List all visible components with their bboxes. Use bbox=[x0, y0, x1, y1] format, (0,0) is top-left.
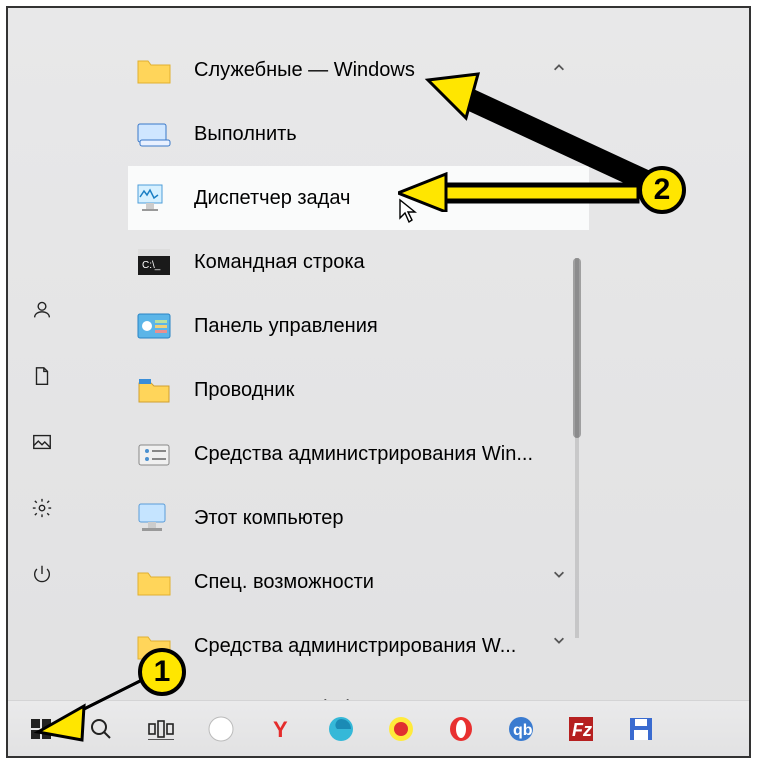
cursor-icon bbox=[398, 198, 418, 229]
explorer-icon bbox=[136, 372, 172, 408]
app-explorer[interactable]: Проводник bbox=[128, 358, 589, 422]
svg-text:Fz: Fz bbox=[572, 720, 592, 740]
taskbar-app-yandex[interactable]: Y bbox=[264, 712, 298, 746]
svg-text:Y: Y bbox=[273, 717, 288, 742]
folder-admin-tools[interactable]: Средства администрирования W... bbox=[128, 614, 589, 678]
item-label: Средства администрирования W... bbox=[194, 635, 516, 658]
taskbar-app-irfan[interactable] bbox=[384, 712, 418, 746]
folder-accessibility[interactable]: Спец. возможности bbox=[128, 550, 589, 614]
item-label: Командная строка bbox=[194, 251, 365, 274]
app-this-pc[interactable]: Этот компьютер bbox=[128, 486, 589, 550]
start-left-rail bbox=[8, 268, 76, 700]
annotation-arrow bbox=[398, 172, 648, 212]
control-panel-icon bbox=[136, 308, 172, 344]
svg-text:qb: qb bbox=[513, 722, 533, 739]
taskbar-app-edge[interactable] bbox=[324, 712, 358, 746]
svg-text:C:\_: C:\_ bbox=[142, 260, 161, 271]
taskbar-app-opera[interactable] bbox=[444, 712, 478, 746]
account-button[interactable] bbox=[18, 286, 66, 334]
power-button[interactable] bbox=[18, 550, 66, 598]
admin-tools-icon bbox=[136, 436, 172, 472]
annotation-arrow bbox=[32, 672, 152, 742]
item-label: Диспетчер задач bbox=[194, 187, 350, 210]
run-icon bbox=[136, 116, 172, 152]
this-pc-icon bbox=[136, 500, 172, 536]
pictures-button[interactable] bbox=[18, 418, 66, 466]
item-label: Проводник bbox=[194, 379, 294, 402]
taskbar-app-qbit[interactable]: qb bbox=[504, 712, 538, 746]
app-admin-tools[interactable]: Средства администрирования Win... bbox=[128, 422, 589, 486]
item-label: Служебные — Windows bbox=[194, 59, 415, 82]
item-label: Средства администрирования Win... bbox=[194, 443, 533, 466]
app-control-panel[interactable]: Панель управления bbox=[128, 294, 589, 358]
task-manager-icon bbox=[136, 180, 172, 216]
item-label: Панель управления bbox=[194, 315, 378, 338]
app-cmd[interactable]: C:\_ Командная строка bbox=[128, 230, 589, 294]
item-label: Выполнить bbox=[194, 123, 297, 146]
item-label: Этот компьютер bbox=[194, 507, 344, 530]
annotation-badge-1: 1 bbox=[138, 648, 186, 696]
taskbar-app-save[interactable] bbox=[624, 712, 658, 746]
settings-button[interactable] bbox=[18, 484, 66, 532]
item-label: Спец. возможности bbox=[194, 571, 374, 594]
annotation-arrow bbox=[418, 64, 658, 184]
scrollbar-thumb[interactable] bbox=[573, 258, 581, 438]
folder-icon bbox=[136, 52, 172, 88]
taskbar-app-circle[interactable] bbox=[204, 712, 238, 746]
documents-button[interactable] bbox=[18, 352, 66, 400]
taskbar-app-filezilla[interactable]: Fz bbox=[564, 712, 598, 746]
annotation-badge-2: 2 bbox=[638, 166, 686, 214]
folder-icon bbox=[136, 564, 172, 600]
cmd-icon: C:\_ bbox=[136, 244, 172, 280]
